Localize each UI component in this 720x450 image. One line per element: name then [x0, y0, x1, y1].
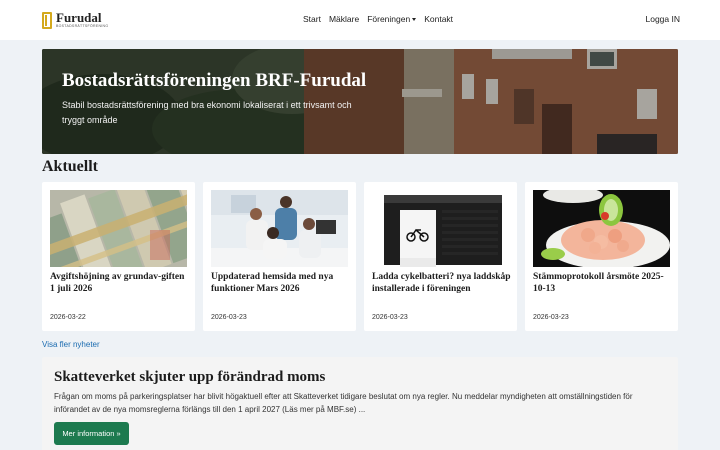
hero-description: Stabil bostadsrättsförening med bra ekon… — [62, 100, 352, 125]
team-at-computer-image — [211, 190, 348, 267]
announcement-title: Skatteverket skjuter upp förändrad moms — [54, 369, 326, 385]
main-nav: Start Mäklare Föreningen Kontakt — [303, 14, 461, 24]
nav-foreningen-label: Föreningen — [367, 14, 411, 24]
nav-start[interactable]: Start — [303, 14, 321, 24]
hero-banner: Bostadsrättsföreningen BRF-Furudal Stabi… — [42, 49, 678, 154]
top-navbar: Furudal BOSTADSRÄTTSFÖRENING Start Mäkla… — [0, 0, 720, 40]
nav-kontakt[interactable]: Kontakt — [424, 14, 453, 24]
brand-logo[interactable]: Furudal BOSTADSRÄTTSFÖRENING — [42, 10, 108, 30]
door-logo-icon — [42, 11, 52, 29]
news-list: Avgiftshöjning av grundav-giften 1 juli … — [42, 182, 678, 331]
money-bills-image — [50, 190, 187, 267]
nav-maklare-label: Mäklare — [328, 14, 360, 24]
more-info-button[interactable]: Mer information » — [54, 422, 129, 445]
news-card-title: Ladda cykelbatteri? nya laddskåp install… — [372, 272, 511, 294]
nav-kontakt-label: Kontakt — [424, 14, 454, 24]
news-card-date: 2026-03-22 — [50, 314, 86, 321]
bike-charging-lockers-image — [372, 190, 509, 267]
login-link[interactable]: Logga IN — [646, 14, 681, 24]
news-card-title: Avgiftshöjning av grundav-giften 1 juli … — [50, 272, 185, 294]
news-card[interactable]: Stämmoprotokoll årsmöte 2025-10-13 2026-… — [525, 182, 678, 331]
news-heading: Aktuellt — [42, 158, 98, 175]
brand-name: Furudal — [56, 10, 102, 26]
news-card[interactable]: Avgiftshöjning av grundav-giften 1 juli … — [42, 182, 195, 331]
caret-down-icon — [412, 17, 417, 21]
news-card-date: 2026-03-23 — [372, 314, 408, 321]
announcement-text: Frågan om moms på parkeringsplatser har … — [54, 392, 633, 414]
brand-tagline: BOSTADSRÄTTSFÖRENING — [56, 24, 109, 29]
news-card[interactable]: Ladda cykelbatteri? nya laddskåp install… — [364, 182, 517, 331]
hero-title: Bostadsrättsföreningen BRF-Furudal — [62, 70, 367, 91]
nav-start-label: Start — [303, 14, 321, 24]
news-card-title: Stämmoprotokoll årsmöte 2025-10-13 — [533, 272, 664, 294]
nav-foreningen-dropdown[interactable]: Föreningen — [367, 14, 417, 24]
shrimp-sandwich-image — [533, 190, 670, 267]
news-card-date: 2026-03-23 — [533, 314, 569, 321]
news-card-date: 2026-03-23 — [211, 314, 247, 321]
announcement-panel: Skatteverket skjuter upp förändrad moms … — [42, 357, 678, 450]
news-card[interactable]: Uppdaterad hemsida med nya funktioner Ma… — [203, 182, 356, 331]
nav-maklare[interactable]: Mäklare — [329, 14, 359, 24]
more-news-link[interactable]: Visa fler nyheter — [42, 340, 100, 349]
news-card-title: Uppdaterad hemsida med nya funktioner Ma… — [211, 272, 334, 294]
